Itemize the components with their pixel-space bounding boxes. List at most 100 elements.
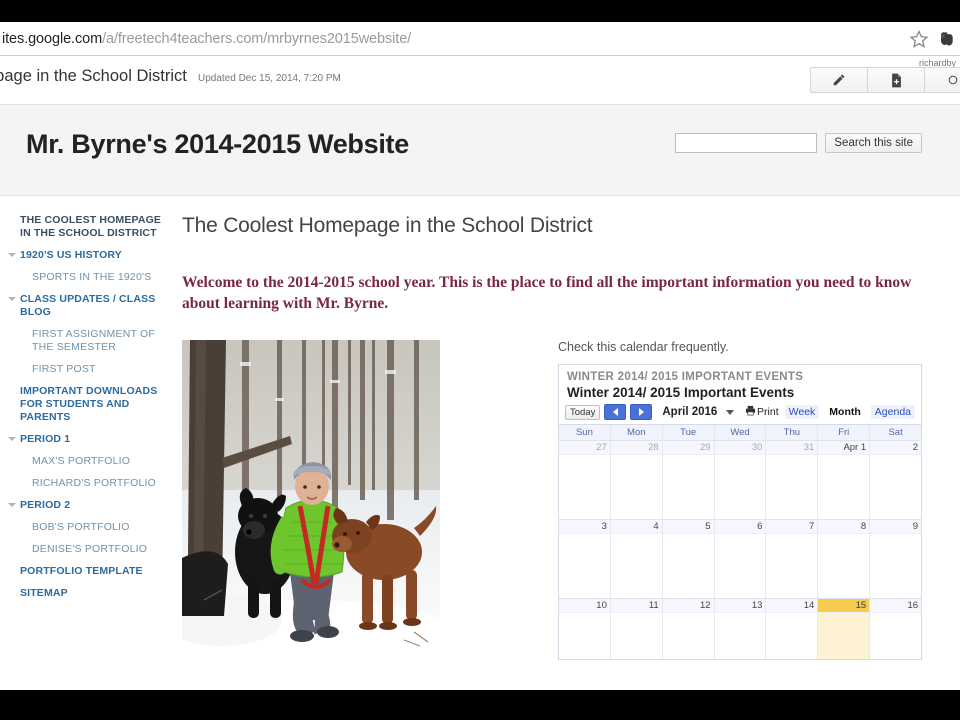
print-label: Print <box>757 406 779 418</box>
print-button[interactable]: Print <box>745 405 779 419</box>
calendar-day-cell[interactable]: 9 <box>870 520 922 598</box>
browser-url-bar[interactable]: ites.google.com/a/freetech4teachers.com/… <box>0 22 960 56</box>
day-header-wed: Wed <box>715 425 767 440</box>
calendar-day-cell[interactable]: 31 <box>766 441 819 519</box>
sidebar-item-2[interactable]: Sports in the 1920's <box>0 271 172 284</box>
day-number-bar: 3 <box>559 520 610 534</box>
calendar-gadget-title: WINTER 2014/ 2015 IMPORTANT EVENTS <box>567 371 804 383</box>
calendar-day-cell[interactable]: 29 <box>662 441 715 519</box>
sidebar-item-9[interactable]: Richard's Portfolio <box>0 477 172 490</box>
welcome-paragraph: Welcome to the 2014-2015 school year. Th… <box>182 274 912 312</box>
sidebar-item-3[interactable]: Class Updates / Class Blog <box>0 293 172 319</box>
search-input[interactable] <box>675 133 818 153</box>
sidebar-item-12[interactable]: Denise's Portfolio <box>0 543 172 556</box>
sidebar-item-4[interactable]: First Assignment of the Semester <box>0 328 172 354</box>
sidebar-item-8[interactable]: Max's Portfolio <box>0 455 172 468</box>
calendar-day-cell[interactable]: 8 <box>818 520 871 598</box>
chevron-down-icon[interactable] <box>726 409 735 415</box>
calendar-day-cell[interactable]: 15 <box>818 599 871 659</box>
calendar-day-cell[interactable]: 30 <box>714 441 767 519</box>
sidebar-item-label: Class Updates / Class Blog <box>20 293 156 318</box>
day-number-bar: 29 <box>662 441 714 455</box>
sidebar-item-11[interactable]: Bob's Portfolio <box>0 521 172 534</box>
day-number-bar: Apr 1 <box>818 441 870 455</box>
sidebar-item-label: Richard's Portfolio <box>32 477 157 489</box>
chevron-right-icon <box>638 408 644 416</box>
day-number-bar: 11 <box>610 599 662 613</box>
calendar-day-cell[interactable]: Apr 1 <box>818 441 871 519</box>
main-content: The Coolest Homepage in the School Distr… <box>172 196 960 690</box>
day-number: 7 <box>809 521 815 532</box>
chevron-down-icon[interactable] <box>8 253 16 257</box>
page-title: The Coolest Homepage in the School Distr… <box>182 214 593 237</box>
view-tab-agenda[interactable]: Agenda <box>870 405 915 419</box>
sidebar-item-1[interactable]: 1920's US History <box>0 249 172 262</box>
search-button[interactable]: Search this site <box>825 133 922 153</box>
letterbox-top <box>0 0 960 22</box>
sidebar-item-label: The Coolest Homepage in the School Distr… <box>20 214 162 239</box>
calendar-day-cell[interactable]: 5 <box>662 520 715 598</box>
calendar-day-cell[interactable]: 16 <box>870 599 922 659</box>
site-body: The Coolest Homepage in the School Distr… <box>0 196 960 690</box>
day-number: 5 <box>705 521 711 532</box>
new-page-icon <box>890 73 903 88</box>
day-number-bar: 7 <box>766 520 818 534</box>
sidebar-item-label: Important Downloads for Students and Par… <box>20 385 158 423</box>
sidebar-item-14[interactable]: Sitemap <box>0 587 172 600</box>
browser-window: ites.google.com/a/freetech4teachers.com/… <box>0 22 960 690</box>
day-number: 30 <box>751 442 763 453</box>
day-number: 4 <box>653 521 659 532</box>
sidebar-item-13[interactable]: Portfolio Template <box>0 565 172 578</box>
today-button[interactable]: Today <box>565 404 601 420</box>
sidebar-nav: The Coolest Homepage in the School Distr… <box>0 196 172 690</box>
calendar-day-cell[interactable]: 3 <box>559 520 611 598</box>
calendar-day-cell[interactable]: 14 <box>766 599 819 659</box>
edit-page-button[interactable] <box>810 67 868 93</box>
day-number-bar: 14 <box>766 599 818 613</box>
calendar-day-cell[interactable]: 2 <box>870 441 922 519</box>
sidebar-item-5[interactable]: First Post <box>0 363 172 376</box>
view-tab-month[interactable]: Month <box>825 405 865 419</box>
calendar-day-cell[interactable]: 12 <box>662 599 715 659</box>
more-actions-button[interactable] <box>924 67 960 93</box>
url-bar-actions <box>909 22 956 56</box>
calendar-day-cell[interactable]: 27 <box>559 441 611 519</box>
letterbox-bottom <box>0 690 960 720</box>
next-month-button[interactable] <box>630 404 653 420</box>
calendar-view-controls: Print Week Month Agenda <box>745 405 915 419</box>
day-number-bar: 16 <box>870 599 922 613</box>
day-number-bar: 8 <box>818 520 870 534</box>
sidebar-item-6[interactable]: Important Downloads for Students and Par… <box>0 385 172 424</box>
chevron-down-icon[interactable] <box>8 437 16 441</box>
calendar-grid: Sun Mon Tue Wed Thu Fri Sat 27 28 29 30 31 Apr 1 2 3 4… <box>559 424 922 659</box>
calendar-toolbar: Today April 2016 Print Week Month Agenda <box>559 404 921 424</box>
site-header: Mr. Byrne's 2014-2015 Website Search thi… <box>0 105 960 196</box>
calendar-day-cell[interactable]: 7 <box>766 520 819 598</box>
day-number: 15 <box>855 600 867 611</box>
sidebar-item-7[interactable]: Period 1 <box>0 433 172 446</box>
sidebar-item-10[interactable]: Period 2 <box>0 499 172 512</box>
url-text[interactable]: ites.google.com/a/freetech4teachers.com/… <box>0 31 411 47</box>
calendar-day-cell[interactable]: 10 <box>559 599 611 659</box>
calendar-day-cell[interactable]: 4 <box>610 520 663 598</box>
evernote-elephant-icon[interactable] <box>936 29 956 49</box>
previous-month-button[interactable] <box>604 404 627 420</box>
calendar-day-cell[interactable]: 6 <box>714 520 767 598</box>
view-tab-week[interactable]: Week <box>784 405 820 419</box>
sidebar-item-label: Sitemap <box>20 587 68 599</box>
chevron-down-icon[interactable] <box>8 297 16 301</box>
sidebar-item-label: First Assignment of the Semester <box>32 328 156 353</box>
day-header-mon: Mon <box>611 425 663 440</box>
day-header-sun: Sun <box>559 425 611 440</box>
calendar-day-cell[interactable]: 13 <box>714 599 767 659</box>
new-page-button[interactable] <box>867 67 925 93</box>
sidebar-item-label: Period 1 <box>20 433 71 445</box>
star-icon[interactable] <box>909 29 929 49</box>
sidebar-item-0: The Coolest Homepage in the School Distr… <box>0 214 172 240</box>
calendar-day-cell[interactable]: 28 <box>610 441 663 519</box>
chevron-down-icon[interactable] <box>8 503 16 507</box>
calendar-day-cell[interactable]: 11 <box>610 599 663 659</box>
google-calendar-gadget: WINTER 2014/ 2015 IMPORTANT EVENTS Winte… <box>558 364 922 660</box>
day-number-bar: 15 <box>818 599 870 613</box>
day-number-bar: 13 <box>714 599 766 613</box>
